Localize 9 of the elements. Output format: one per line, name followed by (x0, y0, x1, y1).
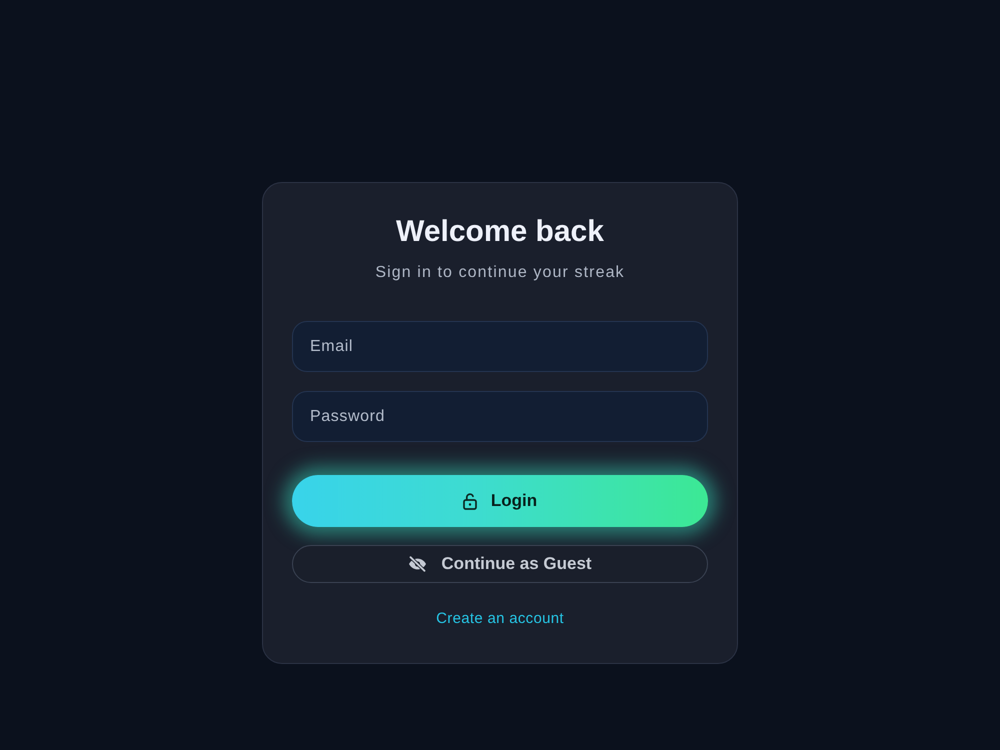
email-field[interactable]: Email (292, 321, 708, 372)
login-button[interactable]: Login (292, 475, 708, 527)
welcome-title: Welcome back (396, 214, 604, 250)
create-account-link[interactable]: Create an account (436, 610, 564, 628)
lock-icon (462, 492, 477, 510)
guest-button[interactable]: Continue as Guest (292, 545, 708, 583)
eye-off-icon (408, 556, 428, 572)
subtitle: Sign in to continue your streak (375, 264, 625, 282)
password-field[interactable]: Password (292, 391, 708, 442)
